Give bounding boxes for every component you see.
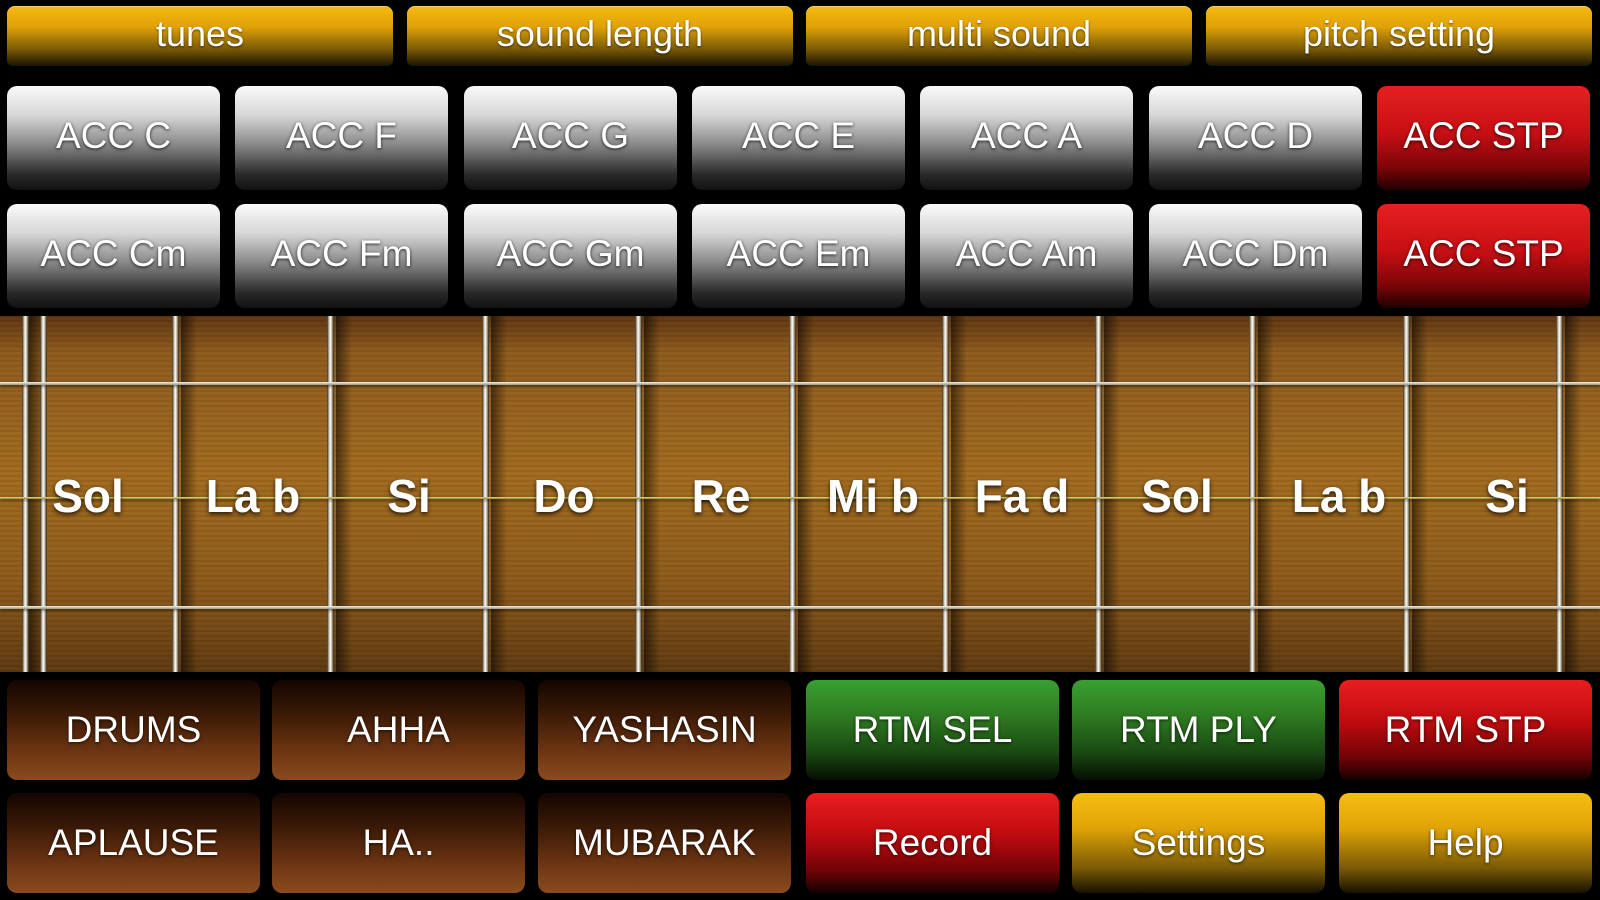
chord-dm-button[interactable]: ACC Dm xyxy=(1149,204,1362,308)
chord-a-button[interactable]: ACC A xyxy=(920,86,1133,190)
note-label[interactable]: La b xyxy=(178,466,328,526)
help-button[interactable]: Help xyxy=(1339,793,1592,893)
tab-tunes[interactable]: tunes xyxy=(7,6,393,66)
rhythm-stop-button[interactable]: RTM STP xyxy=(1339,680,1592,780)
settings-button[interactable]: Settings xyxy=(1072,793,1325,893)
aplause-button[interactable]: APLAUSE xyxy=(7,793,260,893)
chord-c-button[interactable]: ACC C xyxy=(7,86,220,190)
minor-chord-row: ACC Cm ACC Fm ACC Gm ACC Em ACC Am ACC D… xyxy=(0,204,1600,308)
fret xyxy=(327,316,334,672)
major-chord-row: ACC C ACC F ACC G ACC E ACC A ACC D ACC … xyxy=(0,86,1600,190)
ahha-button[interactable]: AHHA xyxy=(272,680,525,780)
tab-pitch-setting[interactable]: pitch setting xyxy=(1206,6,1592,66)
ha-button[interactable]: HA.. xyxy=(272,793,525,893)
note-label[interactable]: Sol xyxy=(1102,466,1252,526)
note-label[interactable]: La b xyxy=(1264,466,1414,526)
rhythm-play-button[interactable]: RTM PLY xyxy=(1072,680,1325,780)
chord-cm-button[interactable]: ACC Cm xyxy=(7,204,220,308)
chord-e-button[interactable]: ACC E xyxy=(692,86,905,190)
chord-d-button[interactable]: ACC D xyxy=(1149,86,1362,190)
chord-am-button[interactable]: ACC Am xyxy=(920,204,1133,308)
chord-stop-button[interactable]: ACC STP xyxy=(1377,86,1590,190)
string-bottom[interactable] xyxy=(0,606,1600,609)
fret-shadow xyxy=(1412,316,1428,672)
chord-g-button[interactable]: ACC G xyxy=(464,86,677,190)
drums-button[interactable]: DRUMS xyxy=(7,680,260,780)
string-top[interactable] xyxy=(0,382,1600,385)
chord-fm-button[interactable]: ACC Fm xyxy=(235,204,448,308)
note-label[interactable]: Do xyxy=(489,466,639,526)
yashasin-button[interactable]: YASHASIN xyxy=(538,680,791,780)
tab-multi-sound[interactable]: multi sound xyxy=(806,6,1192,66)
note-label[interactable]: Si xyxy=(1432,466,1582,526)
fretboard[interactable]: Sol La b Si Do Re Mi b Fa d Sol La b Si xyxy=(0,316,1600,672)
mubarak-button[interactable]: MUBARAK xyxy=(538,793,791,893)
note-label[interactable]: Mi b xyxy=(798,466,948,526)
note-label[interactable]: Re xyxy=(646,466,796,526)
note-label[interactable]: Fa d xyxy=(947,466,1097,526)
chord-stop-minor-button[interactable]: ACC STP xyxy=(1377,204,1590,308)
chord-f-button[interactable]: ACC F xyxy=(235,86,448,190)
chord-em-button[interactable]: ACC Em xyxy=(692,204,905,308)
rhythm-select-button[interactable]: RTM SEL xyxy=(806,680,1059,780)
tab-sound-length[interactable]: sound length xyxy=(407,6,793,66)
note-label[interactable]: Sol xyxy=(13,466,163,526)
record-button[interactable]: Record xyxy=(806,793,1059,893)
note-label[interactable]: Si xyxy=(334,466,484,526)
chord-gm-button[interactable]: ACC Gm xyxy=(464,204,677,308)
top-tab-bar: tunes sound length multi sound pitch set… xyxy=(0,6,1600,66)
